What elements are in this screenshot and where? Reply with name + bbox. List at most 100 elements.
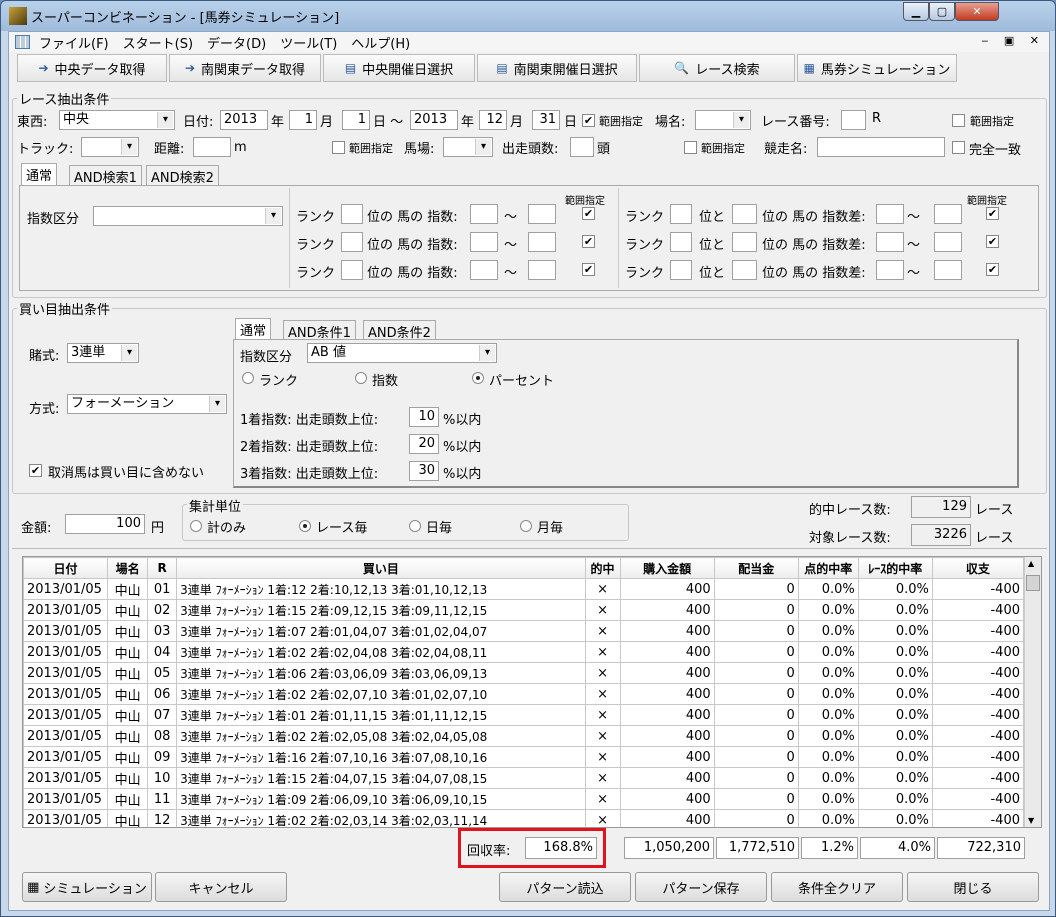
rank-input[interactable] bbox=[732, 204, 757, 224]
race-tab-normal[interactable]: 通常 bbox=[21, 163, 58, 185]
column-header[interactable]: 的中 bbox=[584, 557, 621, 579]
race-name-input[interactable] bbox=[817, 137, 945, 157]
toolbar-button[interactable]: ➔ 南関東データ取得 bbox=[169, 54, 321, 82]
to-month-input[interactable]: 12 bbox=[479, 110, 507, 130]
buy-rank-input[interactable]: 20 bbox=[409, 434, 439, 454]
column-header[interactable]: 収支 bbox=[931, 557, 1025, 579]
track-select[interactable] bbox=[81, 137, 139, 157]
table-row[interactable]: 2013/01/05 中山 06 3連単 ﾌｫｰﾒｰｼｮﾝ 1着:02 2着:02,0… bbox=[23, 683, 1025, 705]
results-grid[interactable]: 日付 場名 R 買い目 的中 購入金額 配当金 点的中率 ﾚｰｽ的中率 収支 2013/01/05 中… bbox=[22, 556, 1042, 828]
index-min-input[interactable] bbox=[470, 260, 498, 280]
rank-input[interactable] bbox=[341, 204, 363, 224]
date-range-checkbox[interactable]: ✔ bbox=[582, 114, 595, 127]
from-day-input[interactable]: 1 bbox=[342, 110, 370, 130]
simulate-button[interactable]: ▦ シミュレーション bbox=[22, 872, 152, 902]
buy-tab-normal[interactable]: 通常 bbox=[235, 318, 272, 340]
range-checkbox[interactable]: ✔ bbox=[582, 235, 595, 248]
buy-tab-and1[interactable]: AND条件1 bbox=[283, 320, 356, 341]
table-row[interactable]: 2013/01/05 中山 01 3連単 ﾌｫｰﾒｰｼｮﾝ 1着:12 2着:10,1… bbox=[23, 578, 1025, 600]
to-day-input[interactable]: 31 bbox=[532, 110, 560, 130]
rank-input[interactable] bbox=[341, 232, 363, 252]
mdi-controls[interactable]: ‒ ▣ ✕ bbox=[981, 34, 1045, 47]
table-row[interactable]: 2013/01/05 中山 10 3連単 ﾌｫｰﾒｰｼｮﾝ 1着:15 2着:04,0… bbox=[23, 767, 1025, 789]
table-row[interactable]: 2013/01/05 中山 03 3連単 ﾌｫｰﾒｰｼｮﾝ 1着:07 2着:01,0… bbox=[23, 620, 1025, 642]
diff-min-input[interactable] bbox=[876, 204, 904, 224]
vertical-scrollbar[interactable]: ▲ ▼ bbox=[1024, 557, 1041, 827]
minimize-button[interactable]: ▁ bbox=[903, 2, 929, 21]
column-header[interactable]: 場名 bbox=[107, 557, 149, 579]
bet-type-select[interactable]: 3連単 bbox=[67, 343, 139, 363]
from-month-input[interactable]: 1 bbox=[289, 110, 317, 130]
toolbar-button[interactable]: ▦ 馬券シミュレーション bbox=[797, 54, 957, 82]
table-row[interactable]: 2013/01/05 中山 12 3連単 ﾌｫｰﾒｰｼｮﾝ 1着:02 2着:02,0… bbox=[23, 809, 1025, 827]
race-no-input[interactable] bbox=[841, 110, 866, 130]
east-west-select[interactable]: 中央 bbox=[59, 110, 175, 130]
index-min-input[interactable] bbox=[470, 204, 498, 224]
rank-input[interactable] bbox=[670, 232, 692, 252]
race-tab-and1[interactable]: AND検索1 bbox=[69, 165, 142, 186]
radio-percent[interactable] bbox=[472, 372, 484, 384]
distance-input[interactable] bbox=[193, 137, 231, 157]
index-max-input[interactable] bbox=[528, 260, 556, 280]
toolbar-button[interactable]: ▤ 南関東開催日選択 bbox=[477, 54, 637, 82]
amount-input[interactable]: 100 bbox=[65, 514, 145, 534]
table-row[interactable]: 2013/01/05 中山 08 3連単 ﾌｫｰﾒｰｼｮﾝ 1着:02 2着:02,0… bbox=[23, 725, 1025, 747]
table-row[interactable]: 2013/01/05 中山 04 3連単 ﾌｫｰﾒｰｼｮﾝ 1着:02 2着:02,0… bbox=[23, 641, 1025, 663]
agg-day-radio[interactable] bbox=[409, 520, 421, 532]
column-header[interactable]: ﾚｰｽ的中率 bbox=[857, 557, 933, 579]
agg-total-radio[interactable] bbox=[190, 520, 202, 532]
heads-input[interactable] bbox=[570, 137, 594, 157]
menu-start[interactable]: スタート(S) bbox=[123, 33, 193, 52]
save-pattern-button[interactable]: パターン保存 bbox=[635, 872, 767, 902]
table-row[interactable]: 2013/01/05 中山 05 3連単 ﾌｫｰﾒｰｼｮﾝ 1着:06 2着:03,0… bbox=[23, 662, 1025, 684]
race-tab-and2[interactable]: AND検索2 bbox=[146, 165, 219, 186]
index-max-input[interactable] bbox=[528, 232, 556, 252]
clear-conditions-button[interactable]: 条件全クリア bbox=[771, 872, 903, 902]
table-row[interactable]: 2013/01/05 中山 07 3連単 ﾌｫｰﾒｰｼｮﾝ 1着:01 2着:01,1… bbox=[23, 704, 1025, 726]
place-select[interactable] bbox=[695, 110, 751, 130]
buy-tab-and2[interactable]: AND条件2 bbox=[363, 320, 436, 341]
maximize-button[interactable]: ▢ bbox=[929, 2, 955, 21]
column-header[interactable]: 点的中率 bbox=[797, 557, 859, 579]
buy-rank-input[interactable]: 30 bbox=[409, 461, 439, 481]
exclude-scratched-checkbox[interactable]: ✔ bbox=[29, 464, 42, 477]
diff-max-input[interactable] bbox=[934, 204, 962, 224]
exact-match-checkbox[interactable] bbox=[952, 141, 965, 154]
table-row[interactable]: 2013/01/05 中山 11 3連単 ﾌｫｰﾒｰｼｮﾝ 1着:09 2着:06,0… bbox=[23, 788, 1025, 810]
menu-tools[interactable]: ツール(T) bbox=[280, 33, 337, 52]
buy-index-select[interactable]: AB 値 bbox=[307, 343, 497, 363]
toolbar-button[interactable]: ➔ 中央データ取得 bbox=[17, 54, 167, 82]
scrollbar-thumb[interactable] bbox=[1026, 575, 1040, 591]
column-header[interactable]: 配当金 bbox=[713, 557, 799, 579]
column-header[interactable]: 日付 bbox=[23, 557, 109, 579]
index-type-select[interactable] bbox=[93, 206, 283, 226]
buy-rank-input[interactable]: 10 bbox=[409, 407, 439, 427]
load-pattern-button[interactable]: パターン読込 bbox=[499, 872, 631, 902]
distance-range-checkbox[interactable] bbox=[332, 141, 345, 154]
rank-input[interactable] bbox=[670, 260, 692, 280]
table-row[interactable]: 2013/01/05 中山 02 3連単 ﾌｫｰﾒｰｼｮﾝ 1着:15 2着:09,1… bbox=[23, 599, 1025, 621]
rank-input[interactable] bbox=[341, 260, 363, 280]
from-year-input[interactable]: 2013 bbox=[220, 110, 268, 130]
toolbar-button[interactable]: 🔍 レース検索 bbox=[639, 54, 795, 82]
baba-select[interactable] bbox=[443, 137, 493, 157]
diff-max-input[interactable] bbox=[934, 260, 962, 280]
radio-rank[interactable] bbox=[242, 372, 254, 384]
race-no-range-checkbox[interactable] bbox=[952, 114, 965, 127]
diff-min-input[interactable] bbox=[876, 232, 904, 252]
menu-file[interactable]: ファイル(F) bbox=[39, 33, 109, 52]
rank-input[interactable] bbox=[732, 260, 757, 280]
method-select[interactable]: フォーメーション bbox=[67, 394, 227, 414]
index-min-input[interactable] bbox=[470, 232, 498, 252]
heads-range-checkbox[interactable] bbox=[684, 141, 697, 154]
index-max-input[interactable] bbox=[528, 204, 556, 224]
agg-race-radio[interactable] bbox=[299, 520, 311, 532]
column-header[interactable]: 購入金額 bbox=[619, 557, 715, 579]
radio-index[interactable] bbox=[355, 372, 367, 384]
close-window-button[interactable]: ✕ bbox=[955, 2, 999, 21]
range-checkbox[interactable]: ✔ bbox=[582, 263, 595, 276]
scroll-up-icon[interactable]: ▲ bbox=[1028, 559, 1034, 568]
column-header[interactable]: 買い目 bbox=[176, 557, 586, 579]
cancel-button[interactable]: キャンセル bbox=[155, 872, 287, 902]
table-row[interactable]: 2013/01/05 中山 09 3連単 ﾌｫｰﾒｰｼｮﾝ 1着:16 2着:07,1… bbox=[23, 746, 1025, 768]
